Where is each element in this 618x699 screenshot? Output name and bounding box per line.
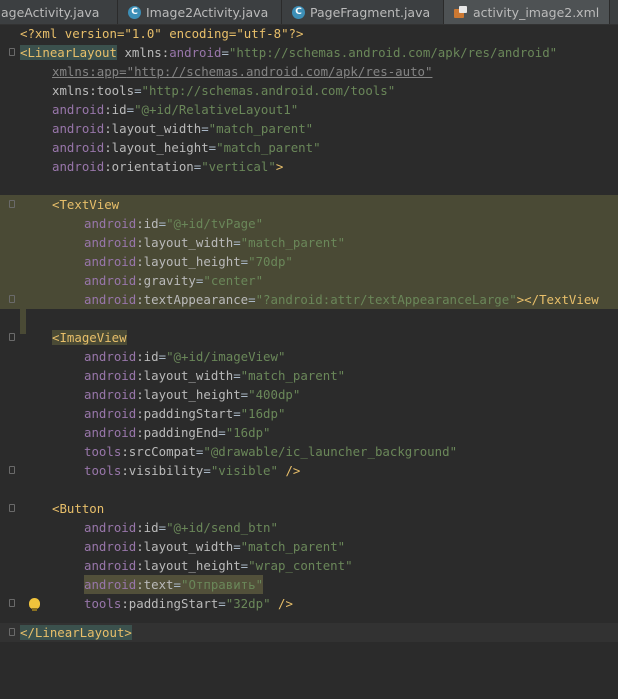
tab-label: ageActivity.java — [1, 4, 100, 20]
tab-label: PageFragment.java — [310, 4, 431, 20]
code-line-5: android:id="@+id/RelativeLayout1" — [52, 102, 299, 117]
code-line-8: android:orientation="vertical"> — [52, 159, 284, 174]
code-editor[interactable]: <?xml version="1.0" encoding="utf-8"?> <… — [0, 24, 618, 662]
code-line-28: android:layout_width="match_parent" — [84, 539, 346, 554]
code-line-13: android:layout_height="70dp" — [0, 252, 618, 271]
fold-icon[interactable] — [9, 628, 15, 636]
code-line-2: <LinearLayout xmlns:android="http://sche… — [0, 43, 618, 62]
fold-icon[interactable] — [9, 48, 15, 56]
editor-tab-bar: ageActivity.java C Image2Activity.java C… — [0, 0, 618, 25]
tab-image2activity[interactable]: C Image2Activity.java — [118, 0, 282, 24]
xml-layout-icon — [454, 6, 468, 18]
code-line-4: xmlns:tools="http://schemas.android.com/… — [52, 83, 396, 98]
hardcoded-text-warning[interactable]: android:text="Отправить" — [84, 575, 264, 594]
code-line-17: <ImageView — [0, 328, 618, 347]
java-class-icon: C — [292, 5, 305, 19]
fold-icon[interactable] — [9, 295, 15, 303]
fold-icon[interactable] — [9, 599, 15, 607]
code-line-10: <TextView — [0, 195, 618, 214]
code-line-30: android:text="Отправить" — [0, 575, 618, 594]
code-line-7: android:layout_height="match_parent" — [52, 140, 321, 155]
code-line-20: android:layout_height="400dp" — [84, 387, 301, 402]
tab-pagefragment[interactable]: C PageFragment.java — [282, 0, 444, 24]
code-line-33: </LinearLayout> — [0, 623, 618, 642]
tab-imageactivity[interactable]: ageActivity.java — [0, 0, 118, 24]
code-line-3: xmlns:app="http://schemas.android.com/ap… — [52, 64, 433, 79]
code-line-22: android:paddingEnd="16dp" — [84, 425, 271, 440]
code-line-26: <Button — [0, 499, 618, 518]
tab-label: activity_image2.xml — [473, 4, 600, 20]
code-line-23: tools:srcCompat="@drawable/ic_launcher_b… — [84, 444, 458, 459]
fold-icon[interactable] — [9, 333, 15, 341]
fold-icon[interactable] — [9, 504, 15, 512]
code-line-11: android:id="@+id/tvPage" — [0, 214, 618, 233]
lightbulb-icon[interactable] — [29, 598, 40, 611]
tab-activity-image2-xml[interactable]: activity_image2.xml — [444, 0, 611, 24]
code-line-24: tools:visibility="visible" /> — [0, 461, 618, 480]
fold-icon[interactable] — [9, 200, 15, 208]
code-line-29: android:layout_height="wrap_content" — [84, 558, 353, 573]
fold-icon[interactable] — [9, 466, 15, 474]
code-line-21: android:paddingStart="16dp" — [84, 406, 286, 421]
code-line-27: android:id="@+id/send_btn" — [84, 520, 278, 535]
tab-label: Image2Activity.java — [146, 4, 269, 20]
code-line-18: android:id="@+id/imageView" — [84, 349, 286, 364]
code-line-31: tools:paddingStart="32dp" /> — [0, 594, 618, 613]
code-line-1: <?xml version="1.0" encoding="utf-8"?> — [20, 26, 304, 41]
code-line-12: android:layout_width="match_parent" — [0, 233, 618, 252]
code-line-14: android:gravity="center" — [0, 271, 618, 290]
code-line-15: android:textAppearance="?android:attr/te… — [0, 290, 618, 309]
java-class-icon: C — [128, 5, 141, 19]
code-line-6: android:layout_width="match_parent" — [52, 121, 314, 136]
code-line-19: android:layout_width="match_parent" — [84, 368, 346, 383]
